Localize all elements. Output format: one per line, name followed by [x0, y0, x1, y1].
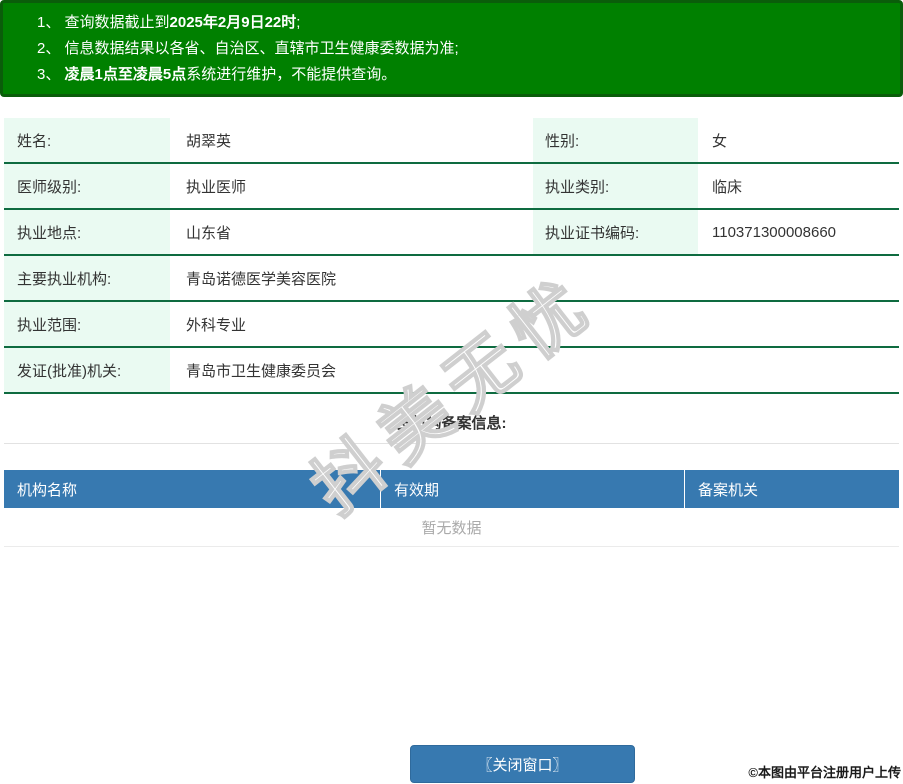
divider	[4, 546, 899, 547]
field-label-main-institution: 主要执业机构:	[4, 256, 170, 300]
column-header-filing-authority: 备案机关	[684, 470, 899, 508]
field-value-practice-scope: 外科专业	[186, 316, 247, 334]
field-value-name: 胡翠英	[186, 132, 232, 150]
field-value-main-institution: 青岛诺德医学美容医院	[186, 270, 337, 288]
field-value-practice-category: 临床	[712, 178, 743, 196]
table-row: 执业范围: 外科专业	[4, 302, 899, 348]
field-label-doctor-level: 医师级别:	[4, 164, 170, 208]
filing-table-header: 机构名称 有效期 备案机关	[4, 470, 899, 508]
divider	[4, 443, 899, 444]
close-window-button[interactable]: 〖关闭窗口〗	[410, 745, 635, 783]
field-label-issuing-authority: 发证(批准)机关:	[4, 348, 170, 392]
practitioner-info-table: 姓名: 胡翠英 性别: 女 医师级别: 执业医师 执业类别: 临床 执业地点: …	[4, 118, 899, 394]
table-row: 主要执业机构: 青岛诺德医学美容医院	[4, 256, 899, 302]
field-label-certificate-no: 执业证书编码:	[533, 210, 698, 254]
notice-line-1: 1、 查询数据截止到2025年2月9日22时;	[37, 14, 301, 31]
field-label-practice-scope: 执业范围:	[4, 302, 170, 346]
table-row: 执业地点: 山东省 执业证书编码: 110371300008660	[4, 210, 899, 256]
table-row: 医师级别: 执业医师 执业类别: 临床	[4, 164, 899, 210]
empty-data-placeholder: 暂无数据	[4, 508, 899, 546]
field-value-gender: 女	[712, 132, 728, 150]
field-label-name: 姓名:	[4, 118, 170, 162]
column-header-validity-period: 有效期	[380, 470, 684, 508]
field-label-gender: 性别:	[533, 118, 698, 162]
table-row: 发证(批准)机关: 青岛市卫生健康委员会	[4, 348, 899, 394]
table-row: 姓名: 胡翠英 性别: 女	[4, 118, 899, 164]
filing-table: 机构名称 有效期 备案机关 暂无数据	[4, 470, 899, 546]
field-value-issuing-authority: 青岛市卫生健康委员会	[186, 362, 337, 380]
field-value-practice-location: 山东省	[186, 224, 232, 242]
field-label-practice-location: 执业地点:	[4, 210, 170, 254]
uploader-credit-text: ©本图由平台注册用户上传	[748, 765, 901, 780]
notice-banner: 1、 查询数据截止到2025年2月9日22时; 2、 信息数据结果以各省、自治区…	[0, 0, 903, 97]
field-value-doctor-level: 执业医师	[186, 178, 247, 196]
column-header-institution-name: 机构名称	[17, 481, 78, 499]
field-label-practice-category: 执业类别:	[533, 164, 698, 208]
notice-line-2: 2、 信息数据结果以各省、自治区、直辖市卫生健康委数据为准;	[37, 40, 459, 57]
notice-line-3: 3、 凌晨1点至凌晨5点系统进行维护，不能提供查询。	[37, 66, 397, 83]
multi-institution-section-title: 多机构备案信息:	[396, 415, 507, 432]
field-value-certificate-no: 110371300008660	[712, 223, 837, 241]
